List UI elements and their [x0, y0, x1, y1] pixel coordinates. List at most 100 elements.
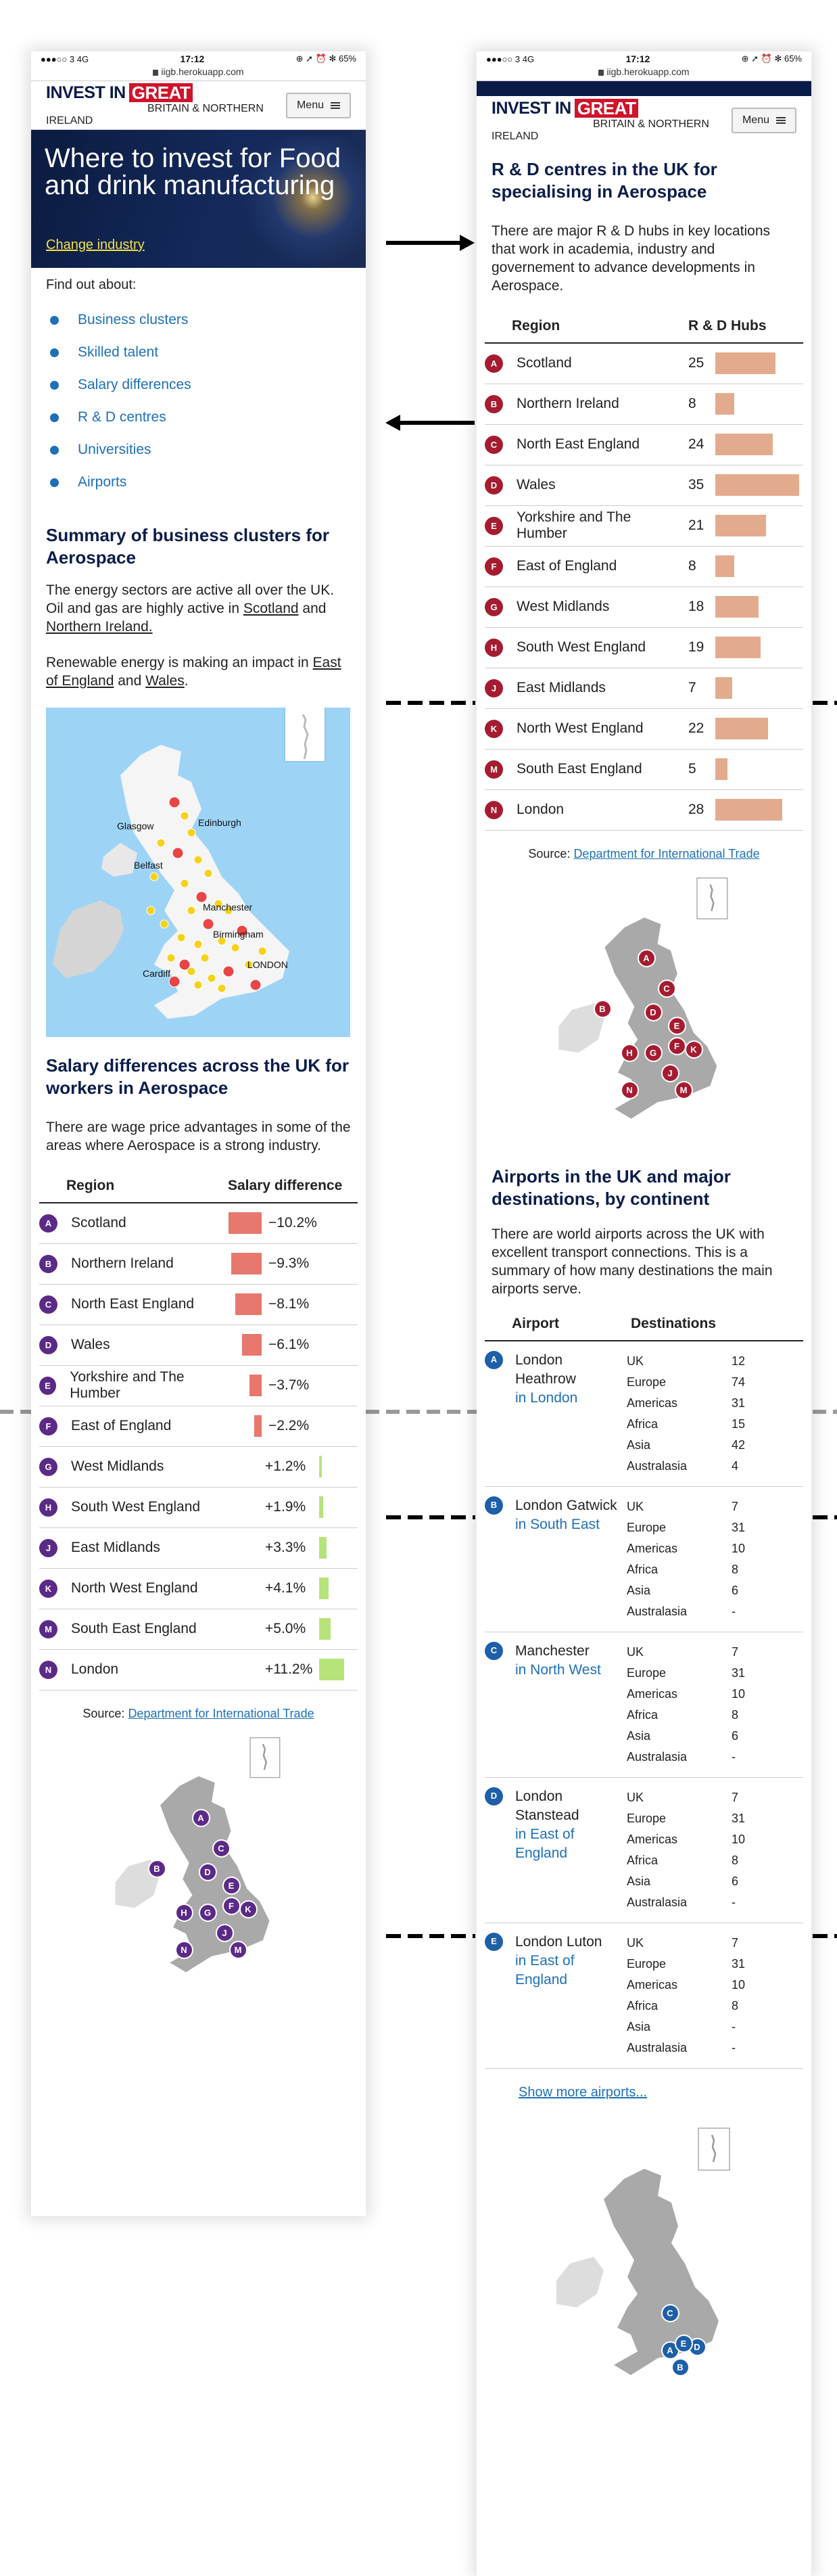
map-marker-N[interactable]: N [174, 1940, 193, 1959]
cluster-dot[interactable] [166, 953, 176, 963]
map-marker-F[interactable]: F [222, 1896, 241, 1915]
find-item-5[interactable]: Airports [46, 466, 351, 499]
map-marker-H[interactable]: H [620, 1043, 639, 1062]
table-row[interactable]: N London 28 [485, 789, 803, 831]
map-marker-G[interactable]: G [198, 1903, 217, 1922]
map-marker-M[interactable]: M [229, 1940, 247, 1959]
cluster-dot[interactable] [231, 943, 240, 952]
airport-location[interactable]: in North West [515, 1661, 601, 1680]
invest-in-great-logo[interactable]: INVEST IN GREAT BRITAIN & NORTHERN IRELAND [46, 83, 286, 127]
airport-row[interactable]: C Manchester in North West UK 7 Europe 31 Ameri… [485, 1632, 803, 1778]
find-item-1[interactable]: Skilled talent [46, 336, 351, 369]
clusters-map[interactable]: Edinburgh Glasgow Belfast Manchester Birming… [46, 708, 350, 1037]
dit-link[interactable]: Department for International Trade [573, 847, 759, 860]
map-marker-D[interactable]: D [198, 1862, 217, 1881]
cluster-dot[interactable] [149, 872, 159, 881]
airports-map[interactable]: ABCDE [543, 2125, 746, 2395]
cluster-dot[interactable] [202, 918, 214, 930]
table-row[interactable]: G West Midlands +1.2% [39, 1446, 358, 1488]
cluster-dot[interactable] [146, 906, 156, 915]
map-marker-C[interactable]: C [212, 1839, 231, 1858]
find-item-0[interactable]: Business clusters [46, 304, 351, 336]
northern-ireland-link[interactable]: Northern Ireland. [46, 619, 153, 635]
find-item-3[interactable]: R & D centres [46, 401, 351, 434]
map-marker-K[interactable]: K [684, 1040, 703, 1059]
menu-button[interactable]: Menu [285, 92, 351, 118]
scotland-link[interactable]: Scotland [243, 601, 299, 616]
map-marker-B[interactable]: B [593, 999, 612, 1018]
airport-row[interactable]: A London Heathrow in London UK 12 Europe 74 Ame… [485, 1341, 803, 1487]
airport-row[interactable]: E London Luton in East of England UK 7 Europe… [485, 1923, 803, 2069]
table-row[interactable]: H South West England +1.9% [39, 1487, 358, 1528]
rd-region-map[interactable]: A B CDEFGH JK M N [543, 875, 746, 1138]
map-marker-M[interactable]: M [674, 1080, 693, 1099]
cluster-dot[interactable] [193, 855, 203, 865]
airport-location[interactable]: in South East [515, 1515, 617, 1534]
airport-row[interactable]: D London Stanstead in East of England UK 7 Eu… [485, 1778, 803, 1923]
cluster-dot[interactable] [193, 940, 203, 949]
table-row[interactable]: F East of England 8 [485, 546, 803, 587]
find-item-2[interactable]: Salary differences [46, 369, 351, 401]
cluster-dot[interactable] [222, 965, 235, 978]
table-row[interactable]: M South East England 5 [485, 749, 803, 790]
cluster-dot[interactable] [249, 979, 262, 991]
find-item-4[interactable]: Universities [46, 434, 351, 466]
wales-link[interactable]: Wales [145, 673, 185, 689]
cluster-dot[interactable] [172, 847, 184, 859]
map-marker-K[interactable]: K [239, 1900, 258, 1918]
table-row[interactable]: K North West England 22 [485, 708, 803, 750]
table-row[interactable]: B Northern Ireland −9.3% [39, 1243, 358, 1285]
cluster-dot[interactable] [156, 838, 166, 848]
map-marker-B[interactable]: B [671, 2358, 690, 2376]
map-marker-A[interactable]: A [191, 1808, 210, 1827]
table-row[interactable]: C North East England 24 [485, 424, 803, 465]
map-marker-H[interactable]: H [174, 1903, 193, 1922]
map-marker-F[interactable]: F [667, 1036, 686, 1055]
table-row[interactable]: M South East England +5.0% [39, 1609, 358, 1650]
table-row[interactable]: N London +11.2% [39, 1649, 358, 1690]
table-row[interactable]: B Northern Ireland 8 [485, 384, 803, 425]
cluster-dot[interactable] [168, 975, 181, 988]
table-row[interactable]: D Wales −6.1% [39, 1325, 358, 1366]
table-row[interactable]: E Yorkshire and The Humber −3.7% [39, 1365, 358, 1406]
table-row[interactable]: J East Midlands 7 [485, 668, 803, 709]
table-row[interactable]: A Scotland −10.2% [39, 1203, 358, 1244]
airport-row[interactable]: B London Gatwick in South East UK 7 Europe 31 A… [485, 1487, 803, 1632]
map-marker-A[interactable]: A [637, 948, 656, 967]
address-bar[interactable]: iigb.herokuapp.com [31, 66, 366, 81]
map-marker-D[interactable]: D [644, 1003, 663, 1021]
airport-location[interactable]: in London [515, 1389, 627, 1408]
map-marker-C[interactable]: C [657, 979, 676, 998]
cluster-dot[interactable] [176, 933, 186, 942]
airport-location[interactable]: in East of England [515, 1952, 627, 1990]
cluster-dot[interactable] [217, 984, 226, 993]
map-marker-J[interactable]: J [661, 1063, 679, 1082]
cluster-dot[interactable] [195, 891, 208, 903]
cluster-dot[interactable] [200, 953, 210, 963]
cluster-dot[interactable] [187, 906, 196, 915]
map-marker-B[interactable]: B [147, 1859, 166, 1878]
invest-in-great-logo[interactable]: INVEST IN GREAT BRITAIN & NORTHERN IRELAND [492, 98, 732, 143]
table-row[interactable]: K North West England +4.1% [39, 1568, 358, 1609]
cluster-dot[interactable] [193, 980, 203, 990]
cluster-dot[interactable] [180, 811, 189, 821]
map-marker-C[interactable]: C [661, 2303, 679, 2322]
table-row[interactable]: C North East England −8.1% [39, 1284, 358, 1325]
menu-button[interactable]: Menu [731, 108, 796, 133]
table-row[interactable]: A Scotland 25 [485, 343, 803, 384]
table-row[interactable]: H South West England 19 [485, 627, 803, 668]
table-row[interactable]: E Yorkshire and The Humber 21 [485, 505, 803, 547]
change-industry-link[interactable]: Change industry [46, 237, 145, 253]
salary-region-map[interactable]: A B CDEFGH JK M N [97, 1734, 300, 1992]
address-bar[interactable]: iigb.herokuapp.com [477, 66, 811, 81]
cluster-dot[interactable] [168, 796, 181, 808]
table-row[interactable]: J East Midlands +3.3% [39, 1527, 358, 1569]
cluster-dot[interactable] [178, 959, 191, 971]
map-marker-E[interactable]: E [222, 1876, 241, 1895]
table-row[interactable]: G West Midlands 18 [485, 586, 803, 628]
cluster-dot[interactable] [187, 828, 196, 837]
map-marker-G[interactable]: G [644, 1043, 663, 1062]
show-more-airports-link[interactable]: Show more airports... [485, 2069, 803, 2100]
cluster-dot[interactable] [258, 946, 267, 956]
cluster-dot[interactable] [207, 973, 216, 983]
